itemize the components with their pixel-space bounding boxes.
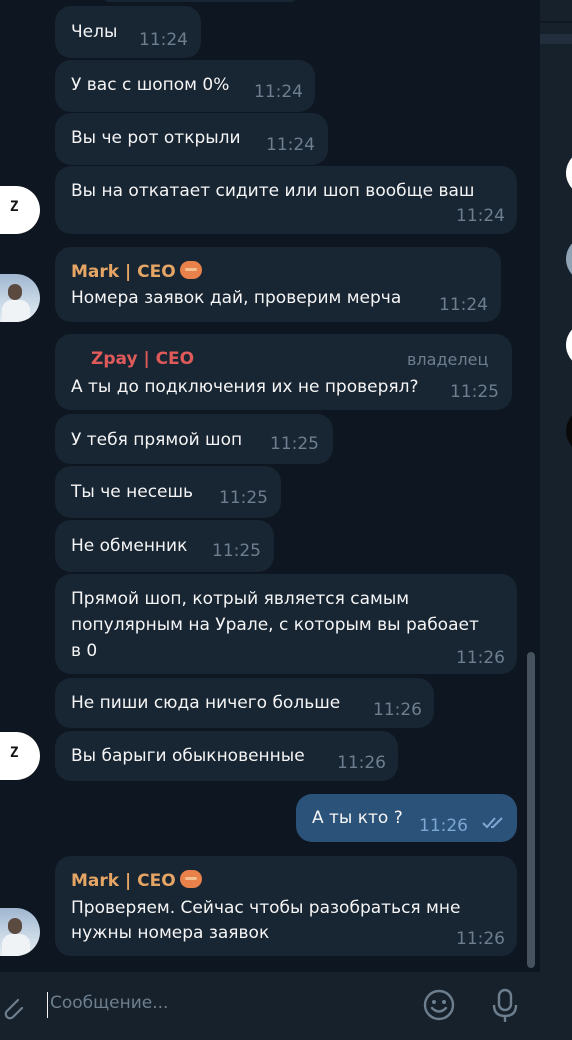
message-bubble[interactable]: Zpay | CEO владелец А ты до подключения … xyxy=(55,334,512,410)
message-time: 11:24 xyxy=(439,295,488,315)
chat-list-avatar[interactable] xyxy=(566,408,572,454)
sender-name[interactable]: Mark | CEO xyxy=(71,870,202,891)
ceo-badge-icon xyxy=(179,261,202,279)
message-time: 11:25 xyxy=(270,434,319,454)
chat-list-avatar[interactable] xyxy=(566,150,572,196)
message-text: А ты до подключения их не проверял? xyxy=(71,377,419,397)
message-text: Не обменник xyxy=(71,536,188,556)
message-text: У вас с шопом 0% xyxy=(71,75,230,95)
panel-divider xyxy=(540,21,572,23)
ceo-badge-icon xyxy=(179,870,202,888)
right-side-panel xyxy=(540,0,572,1040)
emoji-icon[interactable] xyxy=(422,988,456,1022)
message-time: 11:24 xyxy=(266,135,315,155)
scrollbar-thumb[interactable] xyxy=(527,652,535,968)
sender-name[interactable]: Zpay | CEO xyxy=(91,349,194,369)
message-time: 11:26 xyxy=(373,700,422,720)
message-text: Вы барыги обыкновенные xyxy=(71,746,305,766)
avatar-letter: Z xyxy=(10,745,19,761)
message-bubble[interactable]: Ты че несешь 11:25 xyxy=(55,466,281,518)
message-text: А ты кто ? xyxy=(312,808,403,828)
message-time: 11:24 xyxy=(139,30,188,50)
message-text-line: в 0 xyxy=(71,641,98,661)
message-bubble[interactable]: Mark | CEO Проверяем. Сейчас чтобы разоб… xyxy=(55,856,517,956)
avatar-letter: Z xyxy=(10,199,19,215)
message-bubble[interactable]: Не обменник 11:25 xyxy=(55,520,274,572)
message-text-line: нужны номера заявок xyxy=(71,923,270,943)
outgoing-message-bubble[interactable]: А ты кто ? 11:26 xyxy=(296,794,517,842)
paperclip-icon[interactable] xyxy=(0,992,24,1022)
message-time: 11:25 xyxy=(212,541,261,561)
text-cursor xyxy=(47,992,48,1018)
message-input[interactable]: Сообщение... xyxy=(50,993,168,1013)
avatar[interactable]: Z xyxy=(0,732,40,780)
message-time: 11:26 xyxy=(456,929,505,949)
message-bubble[interactable]: У вас с шопом 0% 11:24 xyxy=(55,60,315,112)
message-text: Ты че несешь xyxy=(71,482,194,502)
message-time: 11:25 xyxy=(450,382,499,402)
message-text: Вы на откатает сидите или шоп вообще ваш xyxy=(71,181,475,201)
message-text-line: популярным на Урале, с которым вы рабоае… xyxy=(71,615,479,635)
avatar[interactable]: Z xyxy=(0,186,40,234)
panel-header-band xyxy=(540,34,572,44)
message-time: 11:24 xyxy=(254,82,303,102)
message-bubble[interactable]: Прямой шоп, котрый является самым популя… xyxy=(55,574,517,674)
microphone-icon[interactable] xyxy=(490,988,520,1024)
chat-list-avatar[interactable] xyxy=(566,236,572,282)
message-bubble[interactable]: У тебя прямой шоп 11:25 xyxy=(55,414,333,464)
message-time: 11:26 xyxy=(456,648,505,668)
message-bubble[interactable]: Вы на откатает сидите или шоп вообще ваш… xyxy=(55,166,517,234)
double-check-icon xyxy=(482,817,503,829)
message-text-line: Прямой шоп, котрый является самым xyxy=(71,589,410,609)
message-time: 11:24 xyxy=(456,206,505,226)
admin-role-label: владелец xyxy=(407,350,489,369)
message-bubble[interactable]: Mark | CEO Номера заявок дай, проверим м… xyxy=(55,247,501,322)
chat-list-avatar[interactable] xyxy=(566,322,572,368)
message-time: 11:26 xyxy=(419,816,468,836)
message-bubble-partial xyxy=(100,0,300,2)
message-bubble[interactable]: Вы барыги обыкновенные 11:26 xyxy=(55,731,398,781)
message-bubble[interactable]: Вы че рот открыли 11:24 xyxy=(55,113,328,165)
message-text: Номера заявок дай, проверим мерча xyxy=(71,288,402,308)
message-text: Вы че рот открыли xyxy=(71,128,241,148)
message-text: Челы xyxy=(71,22,118,42)
message-bubble[interactable]: Челы 11:24 xyxy=(55,6,201,58)
message-text-line: Проверяем. Сейчас чтобы разобраться мне xyxy=(71,898,461,918)
avatar[interactable] xyxy=(0,908,40,956)
message-time: 11:25 xyxy=(219,488,268,508)
avatar[interactable] xyxy=(0,274,40,322)
message-text: У тебя прямой шоп xyxy=(71,430,243,450)
message-bubble[interactable]: Не пиши сюда ничего больше 11:26 xyxy=(55,678,434,728)
message-text: Не пиши сюда ничего больше xyxy=(71,693,341,713)
sender-name[interactable]: Mark | CEO xyxy=(71,261,202,282)
message-time: 11:26 xyxy=(337,753,386,773)
chat-area[interactable]: Челы 11:24 У вас с шопом 0% 11:24 Вы че … xyxy=(0,0,540,972)
